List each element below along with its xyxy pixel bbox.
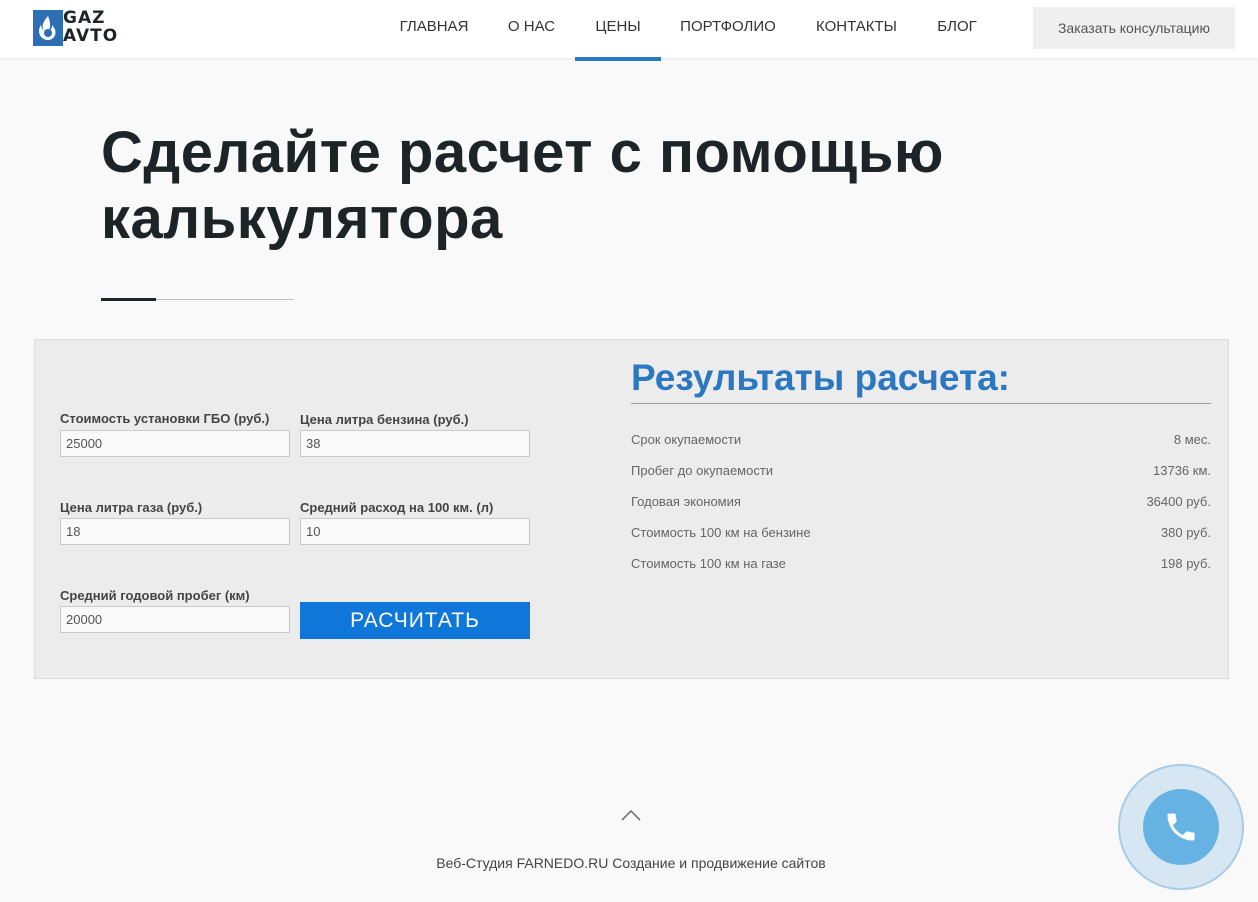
result-label: Годовая экономия	[631, 494, 741, 509]
result-value: 380 руб.	[1160, 525, 1211, 540]
page-title: Сделайте расчет с помощью калькулятора	[101, 120, 944, 251]
gas-price-input[interactable]: 18	[60, 518, 290, 545]
result-value: 36400 руб.	[1146, 494, 1211, 509]
annual-mileage-label: Средний годовой пробег (км)	[60, 588, 250, 603]
result-label: Срок окупаемости	[631, 432, 742, 447]
result-row-gas-cost: Стоимость 100 км на газе 198 руб.	[631, 556, 1211, 576]
order-consultation-button[interactable]: Заказать консультацию	[1033, 7, 1235, 49]
title-divider	[101, 298, 294, 301]
petrol-price-label: Цена литра бензина (руб.)	[300, 412, 469, 427]
flame-icon	[33, 10, 63, 46]
result-label: Пробег до окупаемости	[631, 463, 774, 478]
call-button-inner	[1143, 789, 1219, 865]
install-cost-label: Стоимость установки ГБО (руб.)	[60, 411, 270, 426]
logo-text-top: GAZ	[63, 8, 106, 28]
result-value: 13736 км.	[1153, 463, 1211, 478]
logo-text-bottom: AVTO	[63, 26, 119, 46]
call-button[interactable]	[1118, 764, 1244, 890]
results-divider	[631, 403, 1211, 404]
result-row-payback-mileage: Пробег до окупаемости 13736 км.	[631, 463, 1211, 483]
chevron-up-icon[interactable]	[620, 808, 642, 822]
consumption-input[interactable]: 10	[300, 518, 530, 545]
result-label: Стоимость 100 км на бензине	[631, 525, 811, 540]
result-value: 198 руб.	[1160, 556, 1211, 571]
result-value: 8 мес.	[1173, 432, 1211, 447]
consumption-label: Средний расход на 100 км. (л)	[300, 500, 494, 515]
result-label: Стоимость 100 км на газе	[631, 556, 786, 571]
result-row-payback: Срок окупаемости 8 мес.	[631, 432, 1211, 452]
nav-item-blog[interactable]: БЛОГ	[926, 0, 988, 58]
nav-item-prices[interactable]: ЦЕНЫ	[575, 0, 661, 61]
petrol-price-input[interactable]: 38	[300, 430, 530, 457]
nav-item-portfolio[interactable]: ПОРТФОЛИО	[670, 0, 786, 58]
nav-item-contacts[interactable]: КОНТАКТЫ	[806, 0, 907, 58]
nav-item-about[interactable]: О НАС	[497, 0, 566, 58]
calculate-button[interactable]: РАСЧИТАТЬ	[300, 602, 530, 639]
annual-mileage-input[interactable]: 20000	[60, 606, 290, 633]
footer-credits[interactable]: Веб-Студия FARNEDO.RU Создание и продвиж…	[0, 855, 1258, 871]
result-row-annual-savings: Годовая экономия 36400 руб.	[631, 494, 1211, 514]
calculator-panel: Стоимость установки ГБО (руб.) 25000 Цен…	[34, 339, 1229, 679]
gas-price-label: Цена литра газа (руб.)	[60, 500, 203, 515]
site-header: GAZ AVTO ГЛАВНАЯ О НАС ЦЕНЫ ПОРТФОЛИО КО…	[0, 0, 1258, 61]
results-title: Результаты расчета:	[631, 357, 1010, 398]
site-logo[interactable]: GAZ AVTO	[33, 8, 129, 46]
title-divider-accent	[101, 298, 156, 301]
nav-item-home[interactable]: ГЛАВНАЯ	[388, 0, 480, 58]
install-cost-input[interactable]: 25000	[60, 430, 290, 457]
phone-icon	[1167, 813, 1195, 841]
result-row-petrol-cost: Стоимость 100 км на бензине 380 руб.	[631, 525, 1211, 545]
